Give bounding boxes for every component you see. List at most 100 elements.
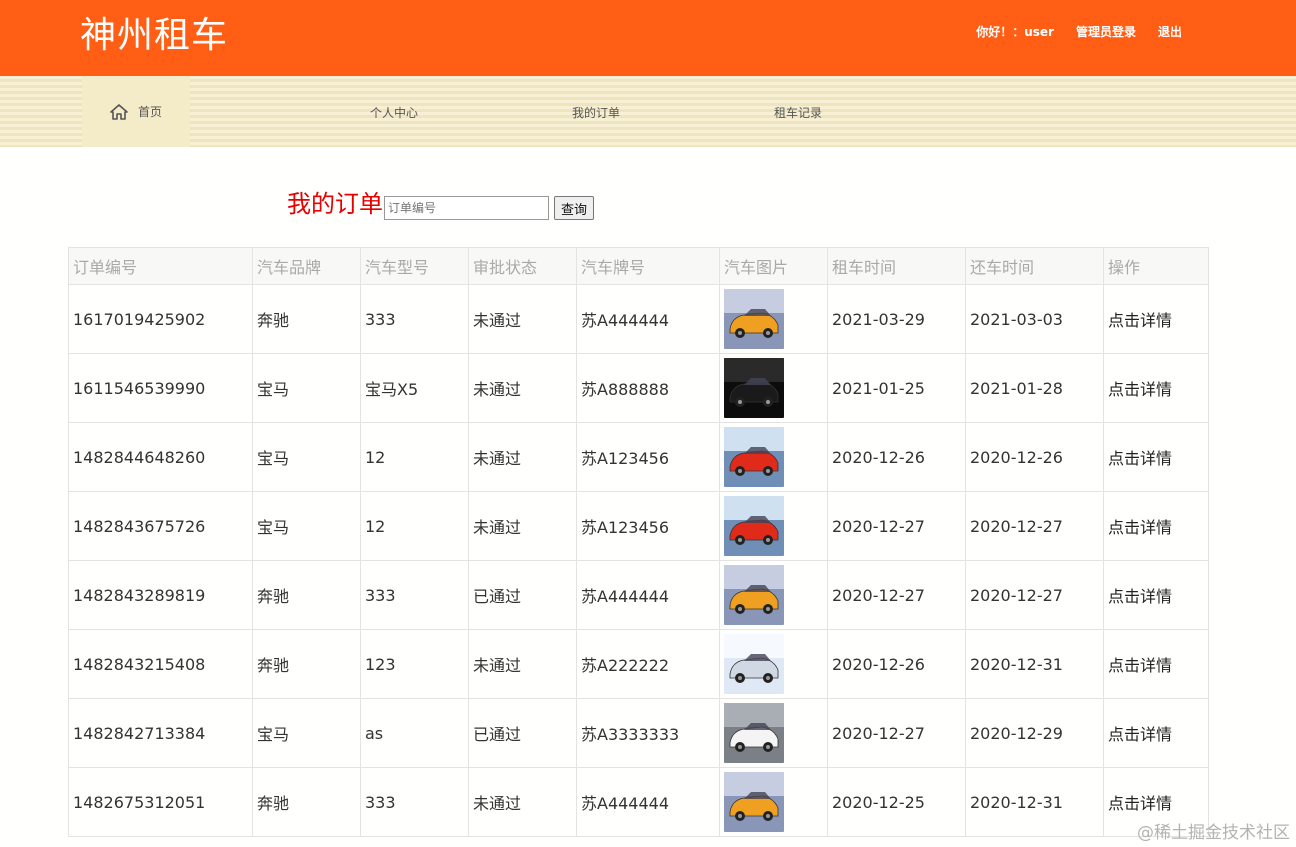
- rental-date-cell: 2020-12-27: [827, 698, 966, 768]
- rental-date: 2020-12-27: [832, 516, 925, 536]
- table-row: 1482844648260 宝马 12 未通过 苏A123456 2020-12-26 20…: [68, 422, 1209, 492]
- details-link[interactable]: 点击详情: [1108, 656, 1172, 675]
- car-brand: 宝马: [257, 449, 290, 468]
- return-date-cell: 2020-12-31: [965, 629, 1104, 699]
- approval-status-cell: 未通过: [468, 629, 577, 699]
- table-row: 1617019425902 奔驰 333 未通过 苏A444444 2021-03-29 2…: [68, 284, 1209, 354]
- car-model: as: [365, 723, 384, 743]
- details-link-cell[interactable]: 点击详情: [1103, 353, 1209, 423]
- details-link-cell[interactable]: 点击详情: [1103, 629, 1209, 699]
- rental-date: 2021-01-25: [832, 378, 925, 398]
- nav-item-rental-records[interactable]: 租车记录: [774, 104, 822, 121]
- greeting-text: 你好！：user: [976, 25, 1054, 39]
- order-id: 1617019425902: [73, 309, 206, 329]
- return-date-cell: 2020-12-31: [965, 767, 1104, 837]
- approval-status: 未通过: [473, 794, 522, 813]
- car-model-cell: 12: [360, 491, 469, 561]
- order-id: 1482844648260: [73, 447, 206, 467]
- search-button[interactable]: 查询: [554, 196, 595, 220]
- details-link[interactable]: 点击详情: [1108, 587, 1172, 606]
- car-model: 333: [365, 309, 396, 329]
- order-id: 1482843215408: [73, 654, 206, 674]
- return-date: 2020-12-31: [970, 792, 1063, 812]
- approval-status: 未通过: [473, 656, 522, 675]
- car-brand-cell: 奔驰: [252, 284, 361, 354]
- rental-date-cell: 2020-12-27: [827, 560, 966, 630]
- user-bar: 你好！：user 管理员登录 退出: [976, 23, 1182, 40]
- car-brand: 奔驰: [257, 587, 290, 606]
- car-image: [724, 565, 823, 625]
- order-id: 1482842713384: [73, 723, 206, 743]
- license-plate-cell: 苏A444444: [576, 560, 720, 630]
- car-model-cell: 333: [360, 560, 469, 630]
- car-model-cell: 123: [360, 629, 469, 699]
- order-id-cell: 1482675312051: [68, 767, 253, 837]
- approval-status: 未通过: [473, 380, 522, 399]
- logout-link[interactable]: 退出: [1158, 23, 1182, 40]
- car-model: 123: [365, 654, 396, 674]
- details-link[interactable]: 点击详情: [1108, 380, 1172, 399]
- car-image-cell: [719, 491, 828, 561]
- search-area: 我的订单 查询: [287, 188, 595, 220]
- column-header: 订单编号: [68, 247, 253, 285]
- car-brand-cell: 奔驰: [252, 629, 361, 699]
- column-header: 汽车型号: [360, 247, 469, 285]
- car-brand: 宝马: [257, 725, 290, 744]
- table-row: 1482842713384 宝马 as 已通过 苏A3333333 2020-12-27 2…: [68, 698, 1209, 768]
- order-id: 1482843675726: [73, 516, 206, 536]
- order-number-input[interactable]: [384, 196, 549, 220]
- rental-date: 2020-12-26: [832, 447, 925, 467]
- license-plate-cell: 苏A888888: [576, 353, 720, 423]
- admin-login-link[interactable]: 管理员登录: [1076, 23, 1136, 40]
- car-image: [724, 634, 823, 694]
- watermark: @稀土掘金技术社区: [1137, 823, 1290, 843]
- return-date-cell: 2021-03-03: [965, 284, 1104, 354]
- order-id: 1482675312051: [73, 792, 206, 812]
- details-link[interactable]: 点击详情: [1108, 311, 1172, 330]
- car-model: 宝马X5: [365, 380, 419, 399]
- details-link-cell[interactable]: 点击详情: [1103, 491, 1209, 561]
- car-image-cell: [719, 767, 828, 837]
- order-id: 1611546539990: [73, 378, 206, 398]
- details-link-cell[interactable]: 点击详情: [1103, 422, 1209, 492]
- nav-home-label: 首页: [137, 105, 162, 119]
- car-image: [724, 358, 823, 418]
- rental-date: 2020-12-27: [832, 723, 925, 743]
- brand-logo[interactable]: 神州租车: [80, 6, 228, 58]
- car-image-cell: [719, 560, 828, 630]
- car-model-cell: 12: [360, 422, 469, 492]
- return-date: 2021-03-03: [970, 309, 1063, 329]
- return-date: 2020-12-27: [970, 585, 1063, 605]
- details-link[interactable]: 点击详情: [1108, 449, 1172, 468]
- order-id-cell: 1617019425902: [68, 284, 253, 354]
- car-model-cell: as: [360, 698, 469, 768]
- rental-date-cell: 2021-01-25: [827, 353, 966, 423]
- details-link[interactable]: 点击详情: [1108, 725, 1172, 744]
- car-model-cell: 333: [360, 767, 469, 837]
- approval-status: 已通过: [473, 725, 522, 744]
- return-date: 2020-12-31: [970, 654, 1063, 674]
- car-image-cell: [719, 422, 828, 492]
- column-header: 汽车图片: [719, 247, 828, 285]
- return-date-cell: 2020-12-27: [965, 491, 1104, 561]
- approval-status-cell: 未通过: [468, 422, 577, 492]
- rental-date-cell: 2021-03-29: [827, 284, 966, 354]
- details-link-cell[interactable]: 点击详情: [1103, 284, 1209, 354]
- page-title: 我的订单: [287, 190, 383, 218]
- details-link[interactable]: 点击详情: [1108, 794, 1172, 813]
- car-model: 12: [365, 516, 386, 536]
- rental-date-cell: 2020-12-27: [827, 491, 966, 561]
- nav-item-profile[interactable]: 个人中心: [370, 104, 418, 121]
- license-plate: 苏A222222: [581, 656, 670, 675]
- details-link-cell[interactable]: 点击详情: [1103, 560, 1209, 630]
- details-link-cell[interactable]: 点击详情: [1103, 698, 1209, 768]
- details-link[interactable]: 点击详情: [1108, 518, 1172, 537]
- return-date-cell: 2020-12-26: [965, 422, 1104, 492]
- car-brand-cell: 奔驰: [252, 767, 361, 837]
- rental-date-cell: 2020-12-25: [827, 767, 966, 837]
- car-image: [724, 772, 823, 832]
- nav-item-my-orders[interactable]: 我的订单: [572, 104, 620, 121]
- nav-item-home[interactable]: 首页: [82, 76, 190, 147]
- car-brand: 奔驰: [257, 794, 290, 813]
- license-plate: 苏A888888: [581, 380, 670, 399]
